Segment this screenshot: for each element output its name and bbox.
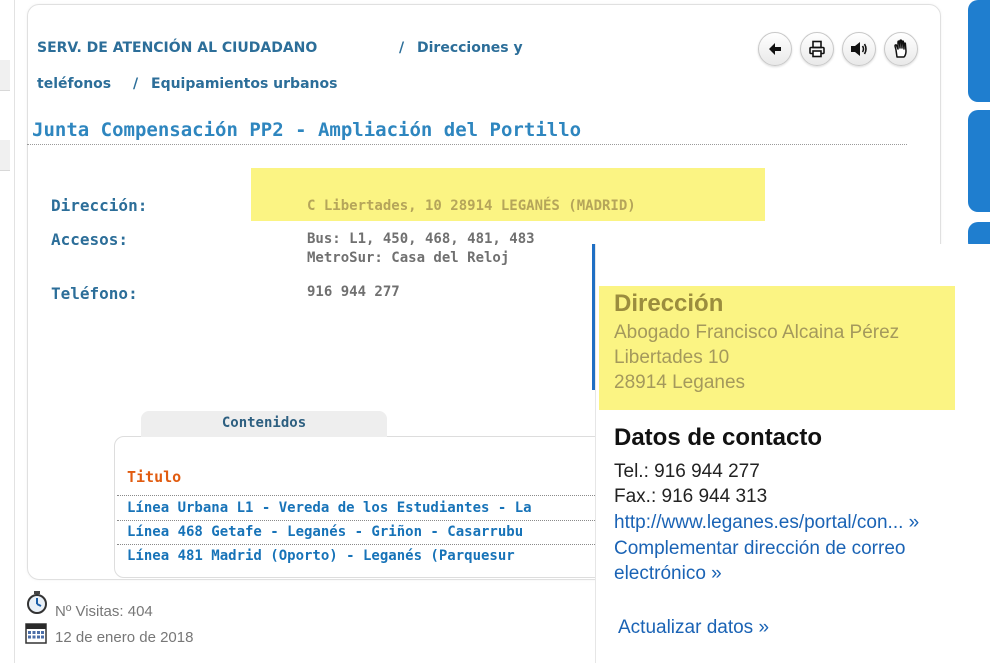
direccion-value: C Libertades, 10 28914 LEGANÉS (MADRID)	[307, 198, 636, 214]
direccion-label: Dirección:	[51, 196, 148, 215]
overlay-address-heading: Dirección	[614, 290, 724, 317]
breadcrumb-current: Equipamientos urbanos	[151, 76, 338, 92]
side-tab[interactable]	[968, 0, 990, 102]
left-panel-edge	[0, 0, 15, 663]
back-button[interactable]	[758, 32, 792, 66]
page-title: Junta Compensación PP2 - Ampliación del …	[32, 119, 582, 141]
complement-email-link[interactable]: electrónico »	[614, 563, 722, 585]
telefono-label: Teléfono:	[51, 284, 138, 303]
breadcrumb-separator: /	[399, 40, 405, 56]
breadcrumb-link-direcciones[interactable]: Direcciones y	[417, 40, 523, 56]
back-arrow-icon	[769, 43, 781, 55]
listen-button[interactable]	[842, 32, 876, 66]
left-panel-tab[interactable]	[0, 140, 10, 171]
accesos-value-bus: Bus: L1, 450, 468, 481, 483	[307, 231, 535, 247]
print-icon	[809, 40, 825, 58]
table-row-link[interactable]: Línea 481 Madrid (Oporto) - Leganés (Par…	[127, 548, 597, 564]
publication-date: 12 de enero de 2018	[55, 629, 194, 646]
contact-heading: Datos de contacto	[614, 424, 823, 451]
overlay-address-line: Abogado Francisco Alcaina Pérez	[614, 322, 900, 343]
side-tab[interactable]	[968, 110, 990, 212]
contact-fax: Fax.: 916 944 313	[614, 486, 768, 507]
table-row-link[interactable]: Línea Urbana L1 - Vereda de los Estudian…	[127, 500, 597, 516]
accessibility-button[interactable]	[884, 32, 918, 66]
breadcrumb-link-atencion[interactable]: SERV. DE ATENCIÓN AL CIUDADANO	[37, 40, 317, 56]
website-link[interactable]: http://www.leganes.es/portal/con... »	[614, 512, 919, 534]
column-header-titulo: Titulo	[127, 468, 182, 486]
tab-contenidos[interactable]: Contenidos	[141, 411, 387, 437]
overlay-address-line: Libertades 10	[614, 347, 730, 368]
hand-icon	[894, 39, 907, 58]
row-divider	[117, 495, 597, 496]
telefono-value: 916 944 277	[307, 284, 400, 300]
print-button[interactable]	[800, 32, 834, 66]
visits-count: Nº Visitas: 404	[55, 603, 153, 620]
visits-icon	[25, 590, 49, 620]
row-divider	[117, 544, 597, 545]
accesos-label: Accesos:	[51, 230, 129, 249]
table-row-link[interactable]: Línea 468 Getafe - Leganés - Griñon - Ca…	[127, 524, 597, 540]
row-divider	[117, 520, 597, 521]
update-data-link[interactable]: Actualizar datos »	[618, 617, 769, 639]
calendar-icon	[25, 622, 47, 648]
overlay-address-line: 28914 Leganes	[614, 372, 746, 393]
breadcrumb-link-telefonos[interactable]: teléfonos	[37, 76, 111, 92]
complement-email-link[interactable]: Complementar dirección de correo	[614, 538, 905, 560]
breadcrumb-separator: /	[133, 76, 139, 92]
accesos-value-metro: MetroSur: Casa del Reloj	[307, 250, 510, 266]
title-divider	[27, 144, 907, 145]
left-panel-tab[interactable]	[0, 60, 10, 91]
contact-tel: Tel.: 916 944 277	[614, 461, 760, 482]
speaker-icon	[851, 42, 867, 56]
